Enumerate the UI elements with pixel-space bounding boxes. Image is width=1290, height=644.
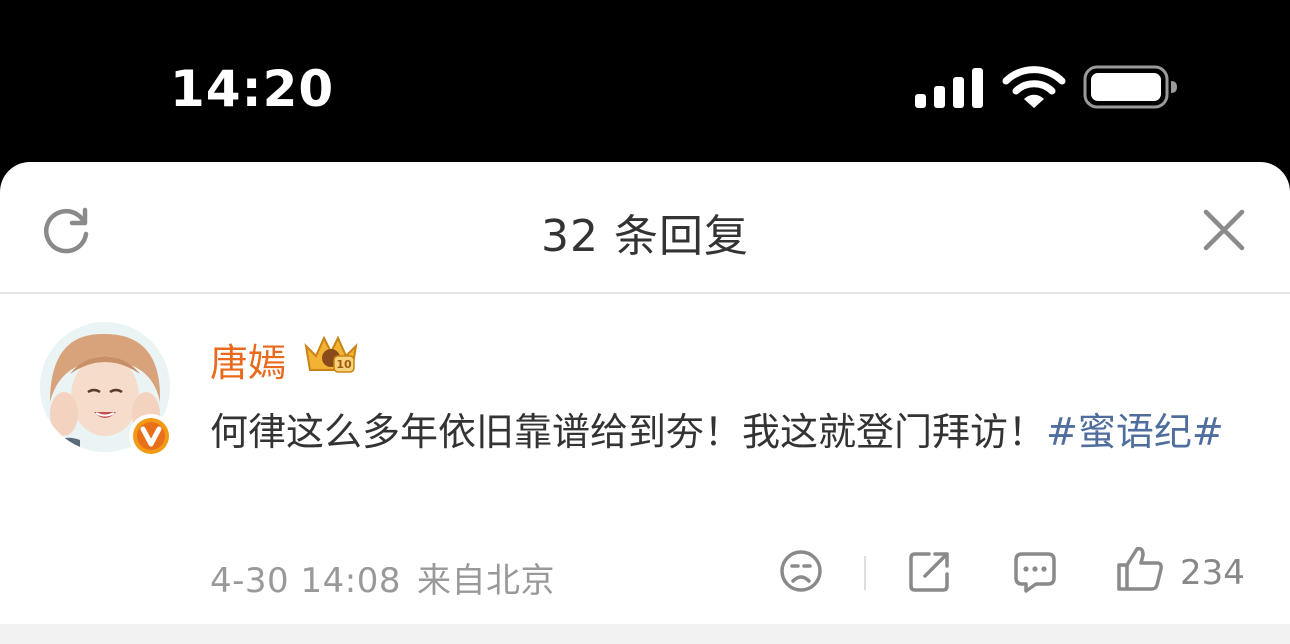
replies-sheet: 32 条回复 唐嫣 10 何律这么多年依旧靠谱给到夯！我这就登门拜访！#蜜语纪#… [0,162,1290,644]
next-item-strip [0,624,1290,644]
action-divider [864,556,866,590]
thumbs-up-icon[interactable] [1115,545,1165,593]
cellular-signal-icon [915,68,983,108]
comment-bubble-icon[interactable] [1012,548,1058,594]
share-icon[interactable] [907,548,953,594]
verified-badge-icon [129,414,173,458]
svg-text:10: 10 [336,358,352,371]
battery-icon [1083,65,1177,109]
username[interactable]: 唐嫣 [210,332,286,387]
sad-face-icon[interactable] [778,548,824,594]
comment-text: 何律这么多年依旧靠谱给到夯！我这就登门拜访！#蜜语纪# [210,400,1250,464]
wifi-icon [1002,66,1066,108]
comment-item: 唐嫣 10 何律这么多年依旧靠谱给到夯！我这就登门拜访！#蜜语纪# 4-30 1… [0,162,1290,632]
status-time: 14:20 [170,60,335,118]
crown-badge-icon: 10 [304,335,358,373]
comment-date: 4-30 14:08 [210,561,401,601]
comment-body: 何律这么多年依旧靠谱给到夯！我这就登门拜访！ [210,410,1047,454]
like-count: 234 [1180,553,1245,593]
hashtag-link[interactable]: #蜜语纪# [1046,410,1224,454]
comment-meta: 4-30 14:08 来自北京 [210,553,555,602]
comment-source: 来自北京 [416,561,555,601]
